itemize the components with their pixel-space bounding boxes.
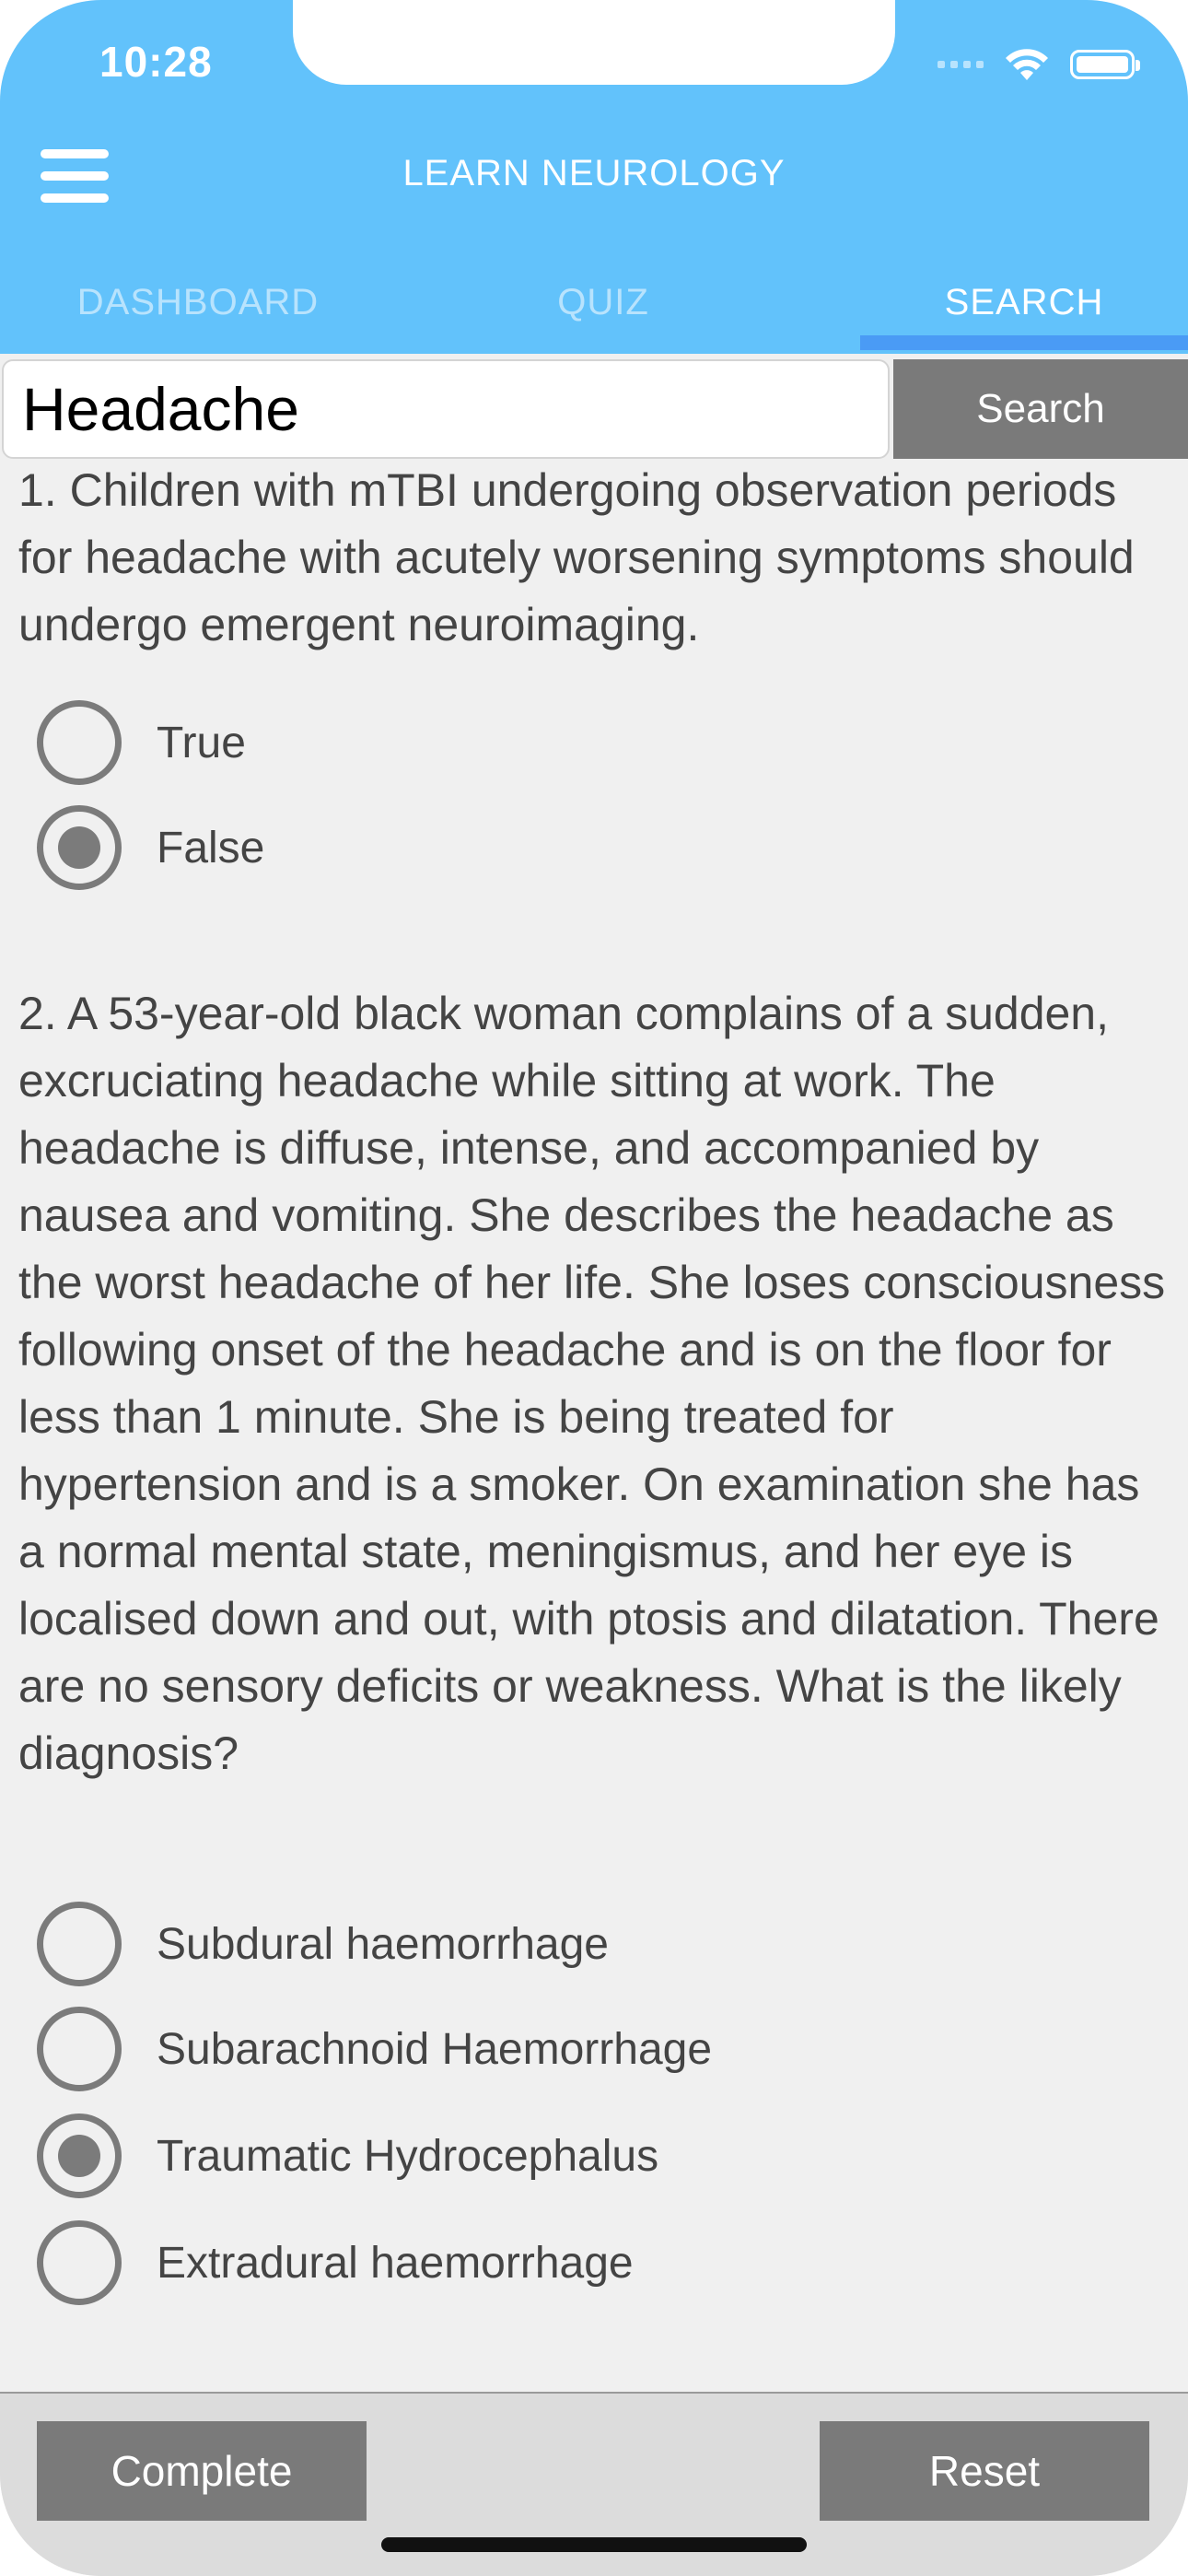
complete-button[interactable]: Complete: [37, 2421, 367, 2521]
radio-button[interactable]: [37, 700, 122, 785]
radio-button-selected[interactable]: [37, 805, 122, 890]
status-icons: [938, 44, 1140, 85]
device-notch: [293, 0, 895, 85]
question-1-option-true[interactable]: True: [37, 698, 246, 787]
wifi-icon: [1004, 47, 1050, 82]
radio-button[interactable]: [37, 2007, 122, 2091]
radio-button[interactable]: [37, 2220, 122, 2305]
search-input[interactable]: [2, 359, 890, 459]
radio-button[interactable]: [37, 1902, 122, 1986]
tab-quiz[interactable]: QUIZ: [433, 258, 774, 346]
question-2-option-1[interactable]: Subdural haemorrhage: [37, 1900, 609, 1988]
radio-button-selected[interactable]: [37, 2113, 122, 2198]
question-2-text: 2. A 53-year-old black woman complains o…: [18, 988, 1166, 1779]
cellular-signal-icon: [938, 61, 984, 68]
question-1-text: 1. Children with mTBI undergoing observa…: [18, 464, 1135, 650]
search-button[interactable]: Search: [893, 359, 1188, 459]
option-label: Traumatic Hydrocephalus: [157, 2131, 659, 2181]
reset-button[interactable]: Reset: [820, 2421, 1149, 2521]
question-2-option-4[interactable]: Extradural haemorrhage: [37, 2219, 634, 2307]
battery-icon: [1070, 50, 1140, 79]
tab-search[interactable]: SEARCH: [860, 258, 1188, 346]
option-label: Subarachnoid Haemorrhage: [157, 2024, 713, 2074]
tab-dashboard[interactable]: DASHBOARD: [28, 258, 368, 346]
option-label: Subdural haemorrhage: [157, 1919, 609, 1969]
search-bar: Search: [0, 359, 1188, 459]
question-2-option-3[interactable]: Traumatic Hydrocephalus: [37, 2112, 658, 2200]
active-tab-indicator: [860, 335, 1188, 350]
tab-bar: DASHBOARD QUIZ SEARCH: [0, 258, 1188, 354]
header-bar: 10:28 LEARN NEUROLOGY DASHBOARD QUIZ SEA…: [0, 0, 1188, 354]
question-2-option-2[interactable]: Subarachnoid Haemorrhage: [37, 2005, 712, 2093]
app-title: LEARN NEUROLOGY: [402, 153, 786, 193]
option-label: False: [157, 823, 265, 872]
home-indicator: [381, 2537, 807, 2552]
status-time: 10:28: [99, 38, 213, 86]
question-1-option-false[interactable]: False: [37, 803, 264, 892]
app-screen: 10:28 LEARN NEUROLOGY DASHBOARD QUIZ SEA…: [0, 0, 1188, 2576]
option-label: True: [157, 718, 246, 767]
option-label: Extradural haemorrhage: [157, 2238, 634, 2288]
